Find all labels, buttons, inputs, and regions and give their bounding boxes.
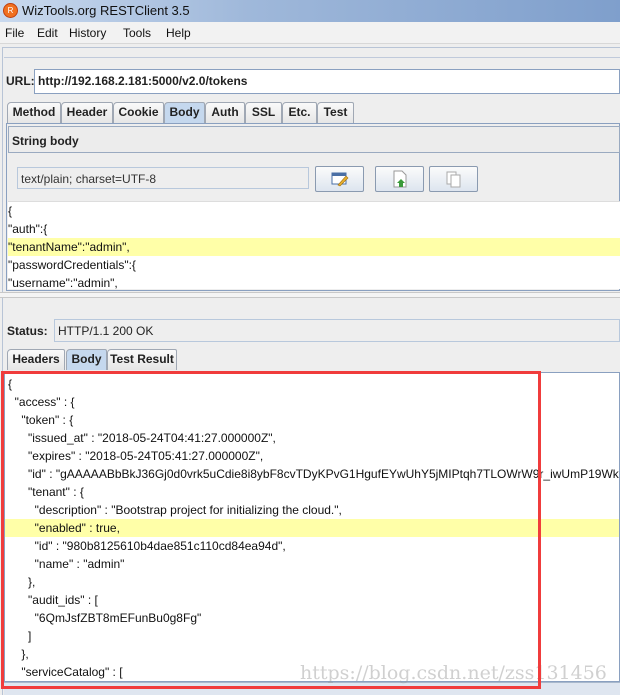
tab-response-body[interactable]: Body xyxy=(66,349,107,370)
request-body-editor[interactable]: { "auth":{ "tenantName":"admin", "passwo… xyxy=(8,201,620,289)
body-type-label: String body xyxy=(12,134,79,148)
menu-tools[interactable]: Tools xyxy=(123,26,151,40)
load-from-file-icon xyxy=(393,170,407,188)
tab-ssl[interactable]: SSL xyxy=(245,102,282,123)
code-line: "auth":{ xyxy=(8,222,48,236)
tab-header[interactable]: Header xyxy=(61,102,113,123)
code-line: "passwordCredentials":{ xyxy=(8,258,136,272)
tab-body[interactable]: Body xyxy=(164,102,205,124)
status-field: HTTP/1.1 200 OK xyxy=(54,319,620,342)
body-panel: String body text/plain; charset=UTF-8 { … xyxy=(6,123,620,291)
menu-edit[interactable]: Edit xyxy=(37,26,58,40)
restclient-logo-icon: R xyxy=(3,3,18,18)
content-type-field[interactable]: text/plain; charset=UTF-8 xyxy=(17,167,309,189)
tab-test[interactable]: Test xyxy=(317,102,354,123)
code-line: { xyxy=(8,204,13,218)
menu-file[interactable]: File xyxy=(5,26,24,40)
title-bar: R WizTools.org RESTClient 3.5 xyxy=(0,0,620,22)
status-label: Status: xyxy=(7,324,48,338)
copy-icon xyxy=(446,171,461,188)
tab-cookie[interactable]: Cookie xyxy=(113,102,164,123)
edit-content-type-icon xyxy=(331,172,349,187)
split-pane-divider[interactable] xyxy=(0,292,620,298)
annotation-box xyxy=(1,371,541,689)
tab-headers[interactable]: Headers xyxy=(7,349,65,370)
code-line: "username":"admin", xyxy=(8,276,118,289)
window-title: WizTools.org RESTClient 3.5 xyxy=(22,3,190,18)
menu-help[interactable]: Help xyxy=(166,26,191,40)
tab-auth[interactable]: Auth xyxy=(205,102,245,123)
code-line-current: "tenantName":"admin", xyxy=(8,238,620,256)
load-from-file-button[interactable] xyxy=(375,166,424,192)
copy-button[interactable] xyxy=(429,166,478,192)
menu-bar: File Edit History Tools Help xyxy=(0,22,620,44)
url-label: URL: xyxy=(6,74,35,88)
tab-method[interactable]: Method xyxy=(7,102,61,123)
tab-test-result[interactable]: Test Result xyxy=(107,349,177,370)
edit-content-type-button[interactable] xyxy=(315,166,364,192)
tab-etc[interactable]: Etc. xyxy=(282,102,317,123)
url-input[interactable]: http://192.168.2.181:5000/v2.0/tokens xyxy=(34,69,620,94)
menu-history[interactable]: History xyxy=(69,26,106,40)
